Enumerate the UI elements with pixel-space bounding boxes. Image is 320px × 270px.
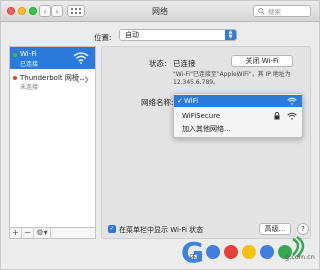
wifi-icon: [73, 52, 89, 64]
show-wifi-in-menubar-checkbox[interactable]: ✓: [108, 225, 116, 233]
status-label: 状态:: [149, 59, 167, 68]
location-label: 位置:: [94, 33, 112, 42]
status-description: "Wi-Fi"已连接至"AppleWiFi"，其 IP 地址为 12.345.6…: [173, 71, 291, 86]
network-option-wifi[interactable]: ✓ WiFi: [174, 95, 302, 107]
gear-menu-button[interactable]: ⚙▾: [34, 228, 51, 238]
svg-text:G: G: [181, 236, 204, 269]
network-option-wifisecure[interactable]: WiFiSecure: [174, 110, 302, 122]
search-placeholder: 搜索: [268, 8, 281, 16]
wifi-icon: [287, 97, 297, 105]
network-option-label: 加入其他网络...: [182, 125, 231, 133]
location-select[interactable]: 自动 ▲ ▼: [119, 29, 237, 41]
turn-wifi-off-button[interactable]: 关闭 Wi-Fi: [231, 55, 293, 67]
title-bar: ‹ › 网络 搜索: [1, 1, 319, 22]
network-name-label: 网络名称:: [141, 98, 174, 107]
watermark-logo: G: [181, 235, 305, 269]
status-dot: [13, 53, 17, 57]
status-value: 已连接: [173, 59, 196, 68]
thunderbolt-bridge-icon: [75, 76, 89, 83]
help-button[interactable]: ?: [297, 223, 309, 235]
service-list-toolbar: + − ⚙▾: [9, 227, 96, 239]
service-name: Wi-Fi: [20, 50, 37, 58]
remove-service-button[interactable]: −: [22, 228, 34, 238]
wifi-icon: [287, 112, 297, 120]
advanced-button[interactable]: 高级...: [259, 223, 291, 235]
search-field[interactable]: 搜索: [253, 5, 311, 17]
location-value: 自动: [125, 31, 139, 39]
service-item-wifi[interactable]: Wi-Fi 已连接: [10, 47, 95, 69]
add-service-button[interactable]: +: [10, 228, 22, 238]
network-option-label: WiFiSecure: [182, 112, 221, 120]
checkmark-icon: ✓: [177, 97, 183, 105]
service-status: 已连接: [20, 61, 39, 68]
network-option-join-other[interactable]: 加入其他网络...: [174, 123, 302, 135]
updown-arrows-icon: ▲ ▼: [225, 30, 236, 40]
service-status: 未连接: [20, 84, 39, 91]
service-item-thunderbolt-bridge[interactable]: Thunderbolt 网桥 未连接: [10, 70, 95, 92]
show-wifi-in-menubar-label: 在菜单栏中显示 Wi-Fi 状态: [119, 226, 204, 234]
watermark-site: g.com.cn: [285, 253, 315, 261]
network-option-label: WiFi: [184, 97, 199, 105]
service-list: Wi-Fi 已连接 Thunderbolt 网桥 未连接: [9, 46, 96, 239]
network-name-dropdown: ✓ WiFi WiFiSecure 加入其他网络...: [173, 93, 303, 138]
lock-icon: [274, 112, 280, 120]
status-dot: [13, 76, 17, 80]
network-preferences-window: ‹ › 网络 搜索 位置: 自动 ▲ ▼ Wi-Fi 已连接 Thunderbo…: [0, 0, 320, 270]
search-icon: [258, 7, 265, 15]
